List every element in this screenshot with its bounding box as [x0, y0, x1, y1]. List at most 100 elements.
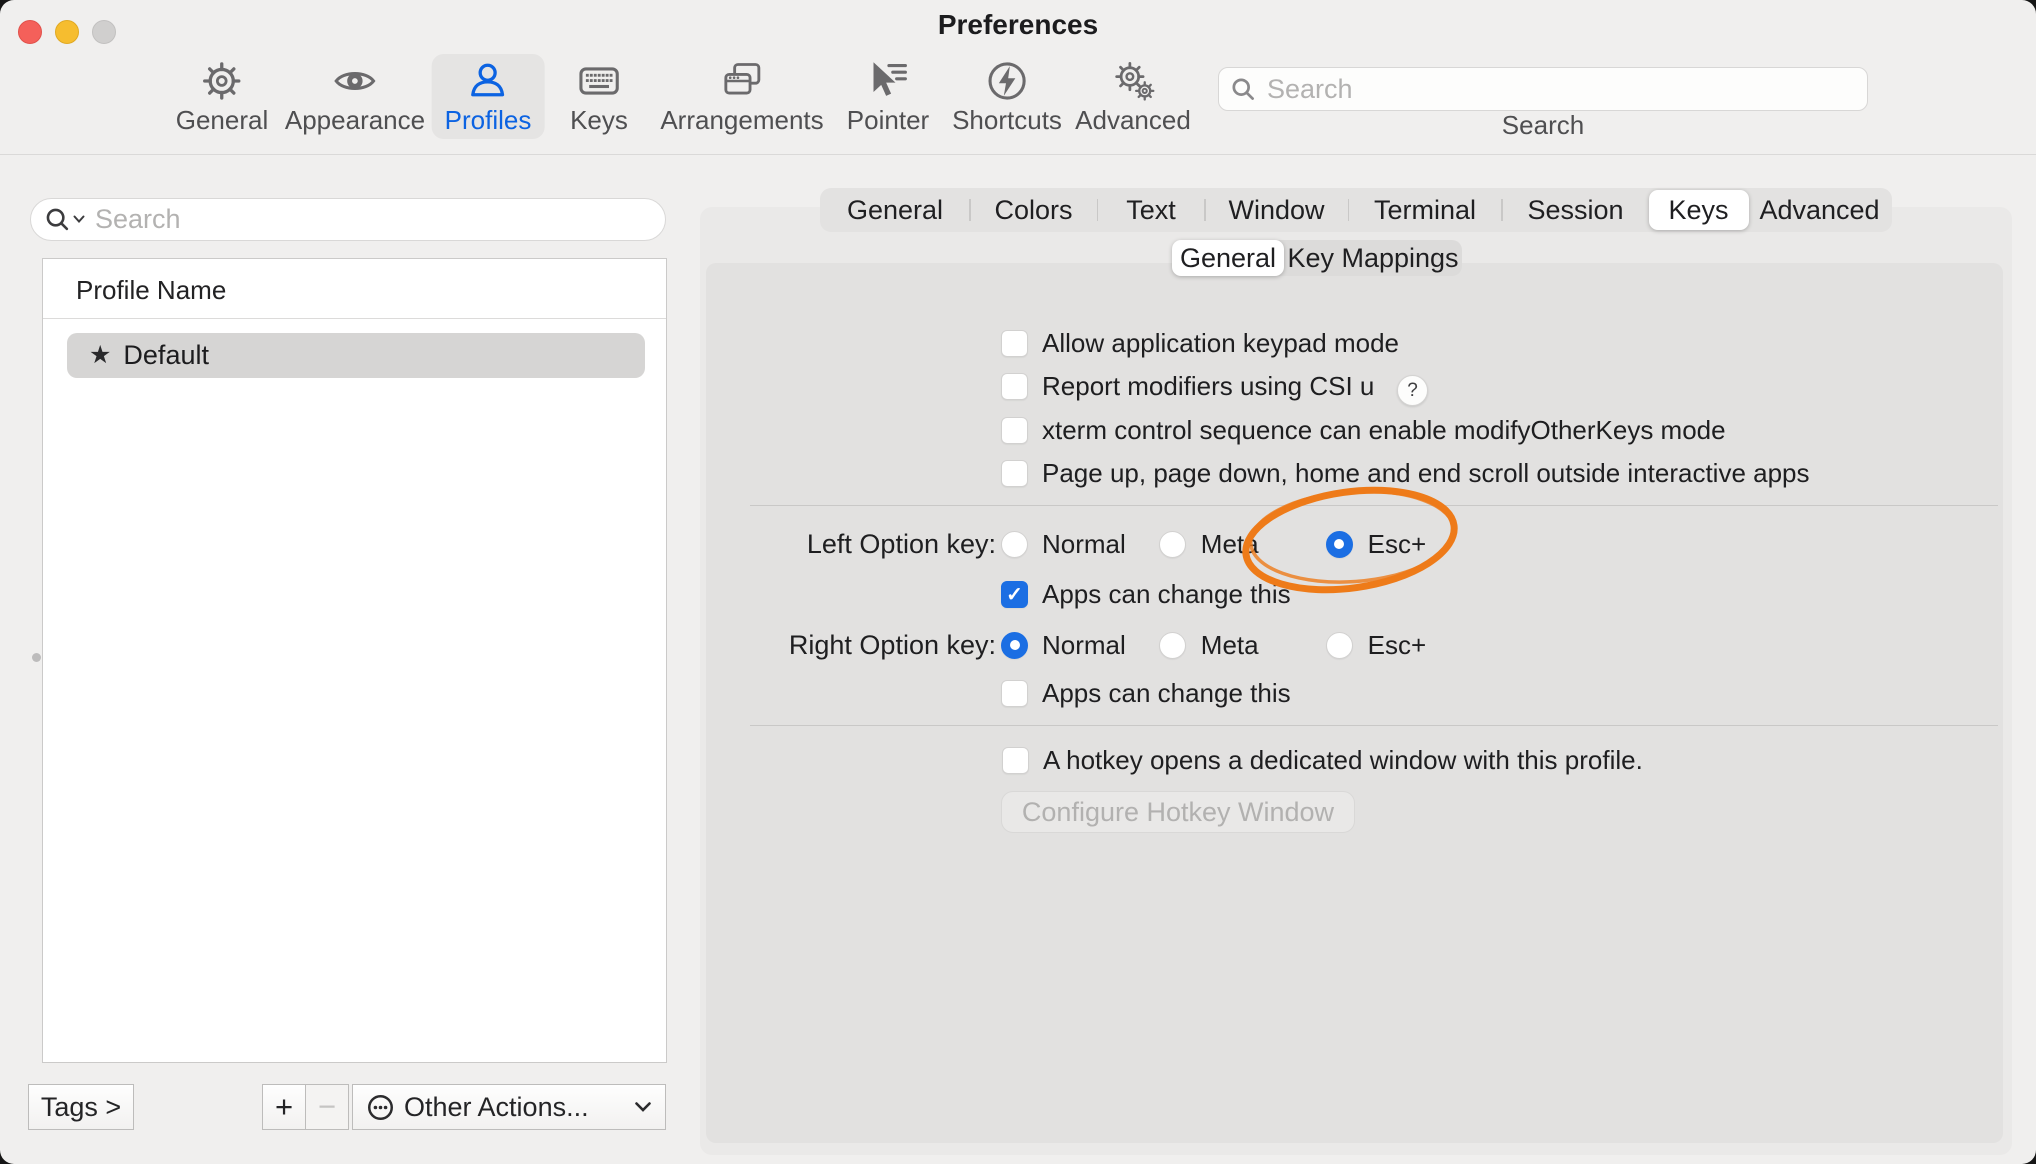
toolbar-item-label: Shortcuts: [952, 106, 1062, 134]
modify-other-keys-checkbox[interactable]: [1001, 417, 1028, 444]
toolbar-item-label: Pointer: [847, 106, 929, 134]
toolbar-item-pointer[interactable]: Pointer: [834, 54, 942, 139]
radio-label: Esc+: [1368, 529, 1427, 559]
toolbar-item-appearance[interactable]: Appearance: [272, 54, 438, 139]
row-csi-u: Report modifiers using CSI u: [1001, 371, 1374, 401]
left-option-radio-group: Normal Meta Esc+: [1001, 529, 1426, 559]
search-icon: [1231, 77, 1256, 102]
profile-tab-bar: General Colors Text Window Terminal Sess…: [820, 188, 1892, 232]
toolbar-item-advanced[interactable]: Advanced: [1062, 54, 1204, 139]
keyboard-icon: [576, 59, 622, 103]
toolbar-item-label: General: [176, 106, 269, 134]
toolbar-item-profiles[interactable]: Profiles: [432, 54, 545, 139]
left-option-esc-radio[interactable]: [1326, 531, 1353, 558]
checkbox-label: xterm control sequence can enable modify…: [1042, 415, 1726, 445]
profile-name: Default: [123, 340, 209, 371]
radio-label: Normal: [1042, 630, 1126, 660]
person-icon: [466, 59, 510, 103]
windows-icon: [719, 59, 765, 103]
right-option-key-label: Right Option key:: [700, 630, 996, 661]
preferences-window: Preferences General Appearance: [0, 0, 2036, 1164]
row-keypad-mode: Allow application keypad mode: [1001, 328, 1399, 358]
toolbar-divider: [0, 154, 2036, 155]
section-divider: [750, 505, 1998, 506]
radio-label: Esc+: [1368, 630, 1427, 660]
chevron-down-icon: [635, 1102, 651, 1112]
right-option-normal-radio[interactable]: [1001, 632, 1028, 659]
toolbar-item-label: Appearance: [285, 106, 425, 134]
scroll-outside-checkbox[interactable]: [1001, 460, 1028, 487]
tags-button[interactable]: Tags >: [28, 1084, 134, 1130]
checkbox-label: Allow application keypad mode: [1042, 328, 1399, 358]
right-option-radio-group: Normal Meta Esc+: [1001, 630, 1426, 660]
allow-keypad-checkbox[interactable]: [1001, 330, 1028, 357]
panel-drag-dot: [32, 653, 41, 662]
other-actions-dropdown[interactable]: Other Actions...: [352, 1084, 666, 1130]
csi-u-checkbox[interactable]: [1001, 373, 1028, 400]
left-option-normal-radio[interactable]: [1001, 531, 1028, 558]
left-option-meta-radio[interactable]: [1159, 531, 1186, 558]
tab-advanced[interactable]: Advanced: [1749, 188, 1891, 232]
toolbar-item-label: Arrangements: [660, 106, 823, 134]
toolbar-item-keys[interactable]: Keys: [557, 54, 641, 139]
left-option-key-label: Left Option key:: [700, 529, 996, 560]
checkbox-label: Apps can change this: [1042, 579, 1291, 609]
bolt-circle-icon: [985, 59, 1029, 103]
radio-label: Meta: [1201, 529, 1259, 559]
toolbar-item-arrangements[interactable]: Arrangements: [647, 54, 836, 139]
gear-icon: [200, 59, 244, 103]
hotkey-row: A hotkey opens a dedicated window with t…: [1002, 745, 1643, 775]
toolbar-item-general[interactable]: General: [163, 54, 282, 139]
toolbar-item-label: Keys: [570, 106, 628, 134]
profile-row-default[interactable]: ★ Default: [67, 333, 645, 378]
section-divider: [750, 725, 1998, 726]
tab-session[interactable]: Session: [1503, 188, 1649, 232]
configure-hotkey-window-button: Configure Hotkey Window: [1001, 791, 1355, 833]
subtab-general[interactable]: General: [1172, 240, 1284, 276]
row-modify-other-keys: xterm control sequence can enable modify…: [1001, 415, 1726, 445]
hotkey-checkbox[interactable]: [1002, 747, 1029, 774]
tab-colors[interactable]: Colors: [971, 188, 1097, 232]
profile-list-header: Profile Name: [76, 275, 226, 306]
toolbar-search-field[interactable]: [1218, 67, 1868, 111]
right-option-esc-radio[interactable]: [1326, 632, 1353, 659]
gears-icon: [1110, 59, 1156, 103]
radio-label: Normal: [1042, 529, 1126, 559]
tab-terminal[interactable]: Terminal: [1349, 188, 1501, 232]
left-apps-can-change-checkbox[interactable]: [1001, 581, 1028, 608]
profile-list: Profile Name ★ Default: [42, 258, 667, 1063]
toolbar-search-item-label: Search: [1502, 110, 1584, 141]
right-option-meta-radio[interactable]: [1159, 632, 1186, 659]
checkbox-label: Report modifiers using CSI u: [1042, 371, 1374, 401]
toolbar-item-label: Profiles: [445, 106, 532, 134]
window-title: Preferences: [0, 9, 2036, 41]
profile-search-field[interactable]: [30, 198, 666, 241]
star-icon: ★: [89, 343, 111, 368]
checkbox-label: A hotkey opens a dedicated window with t…: [1043, 745, 1643, 775]
ellipsis-circle-icon: [367, 1094, 394, 1121]
profile-search-input[interactable]: [93, 203, 651, 236]
list-header-divider: [43, 318, 666, 319]
remove-profile-button[interactable]: −: [305, 1084, 349, 1130]
help-button[interactable]: ?: [1397, 375, 1428, 406]
keys-subtab-bar: General Key Mappings: [1172, 240, 1462, 276]
tab-keys[interactable]: Keys: [1649, 190, 1749, 230]
add-profile-button[interactable]: +: [262, 1084, 306, 1130]
tab-window[interactable]: Window: [1206, 188, 1348, 232]
subtab-key-mappings[interactable]: Key Mappings: [1284, 240, 1462, 276]
right-apps-can-change-checkbox[interactable]: [1001, 680, 1028, 707]
tab-text[interactable]: Text: [1098, 188, 1204, 232]
right-apps-row: Apps can change this: [1001, 678, 1291, 708]
toolbar-search-input[interactable]: [1265, 73, 1855, 106]
left-apps-row: Apps can change this: [1001, 579, 1291, 609]
checkbox-label: Page up, page down, home and end scroll …: [1042, 458, 1810, 488]
checkbox-label: Apps can change this: [1042, 678, 1291, 708]
other-actions-label: Other Actions...: [404, 1092, 589, 1123]
tab-general[interactable]: General: [821, 188, 969, 232]
radio-label: Meta: [1201, 630, 1259, 660]
cursor-icon: [866, 59, 910, 103]
toolbar-item-shortcuts[interactable]: Shortcuts: [939, 54, 1075, 139]
eye-icon: [332, 59, 378, 103]
row-scroll-outside: Page up, page down, home and end scroll …: [1001, 458, 1810, 488]
search-scope-icon: [45, 207, 85, 233]
